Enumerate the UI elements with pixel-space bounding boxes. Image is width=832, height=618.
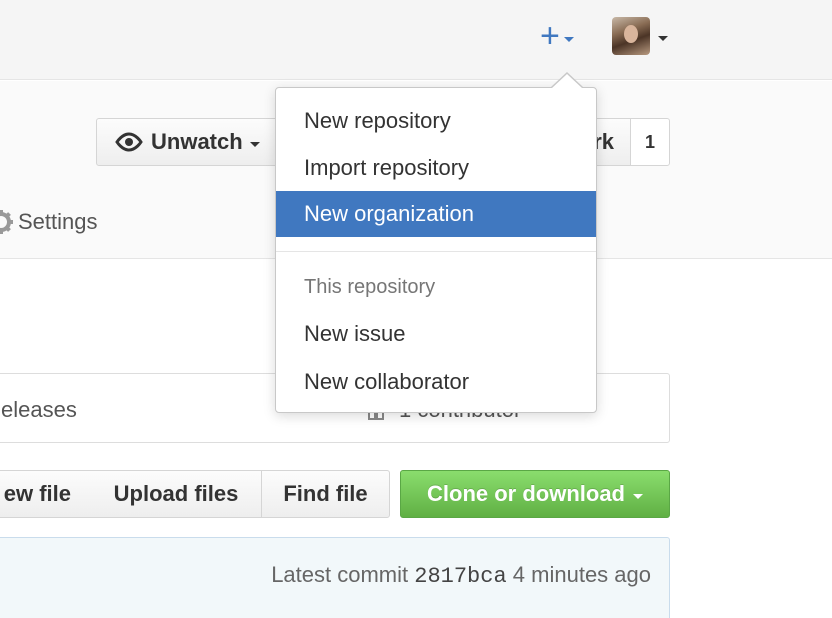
create-new-dropdown: New repository Import repository New org…	[275, 87, 597, 413]
avatar	[612, 17, 650, 55]
latest-commit-label: Latest commit	[271, 562, 409, 587]
menu-item-label: New collaborator	[304, 369, 470, 394]
clone-download-button[interactable]: Clone or download	[400, 470, 670, 518]
menu-item-label: New organization	[304, 201, 474, 226]
menu-item-new-organization[interactable]: New organization	[276, 191, 596, 237]
chevron-down-icon	[633, 493, 643, 499]
plus-icon: +	[540, 17, 560, 55]
dropdown-caret-fill	[552, 74, 582, 88]
tab-settings[interactable]: Settings	[0, 209, 98, 235]
menu-item-label: New issue	[304, 321, 406, 346]
create-new-button[interactable]: +	[540, 18, 590, 54]
commit-tease: Latest commit 2817bca 4 minutes ago	[0, 537, 670, 618]
menu-item-new-collaborator[interactable]: New collaborator	[276, 359, 596, 405]
menu-item-import-repository[interactable]: Import repository	[276, 145, 596, 191]
site-header: +	[0, 0, 832, 80]
chevron-down-icon	[249, 141, 260, 147]
commit-sha-link[interactable]: 2817bca	[414, 564, 506, 589]
fork-count-value: 1	[644, 131, 655, 152]
gear-icon	[0, 210, 13, 234]
menu-section-header: This repository	[304, 276, 436, 298]
new-file-label: ew file	[3, 481, 71, 506]
unwatch-label: Unwatch	[151, 129, 243, 154]
clone-download-label: Clone or download	[427, 481, 625, 506]
new-file-button[interactable]: ew file	[0, 470, 92, 518]
menu-item-new-issue[interactable]: New issue	[276, 311, 596, 357]
chevron-down-icon	[658, 35, 668, 41]
user-menu-button[interactable]	[612, 17, 668, 55]
upload-files-label: Upload files	[113, 481, 239, 506]
menu-item-label: New repository	[304, 108, 451, 133]
fork-count[interactable]: 1	[630, 118, 670, 166]
latest-commit-info: Latest commit 2817bca 4 minutes ago	[271, 562, 651, 589]
menu-divider	[276, 251, 596, 252]
find-file-button[interactable]: Find file	[261, 470, 390, 518]
menu-item-new-repository[interactable]: New repository	[276, 98, 596, 144]
upload-files-button[interactable]: Upload files	[91, 470, 262, 518]
menu-item-label: Import repository	[304, 155, 470, 180]
settings-label: Settings	[18, 209, 98, 234]
chevron-down-icon	[563, 36, 574, 42]
commit-time: 4 minutes ago	[512, 562, 651, 587]
eye-icon	[115, 132, 143, 152]
find-file-label: Find file	[283, 481, 368, 506]
releases-link[interactable]: eleases	[1, 397, 77, 423]
unwatch-button[interactable]: Unwatch	[96, 118, 296, 166]
